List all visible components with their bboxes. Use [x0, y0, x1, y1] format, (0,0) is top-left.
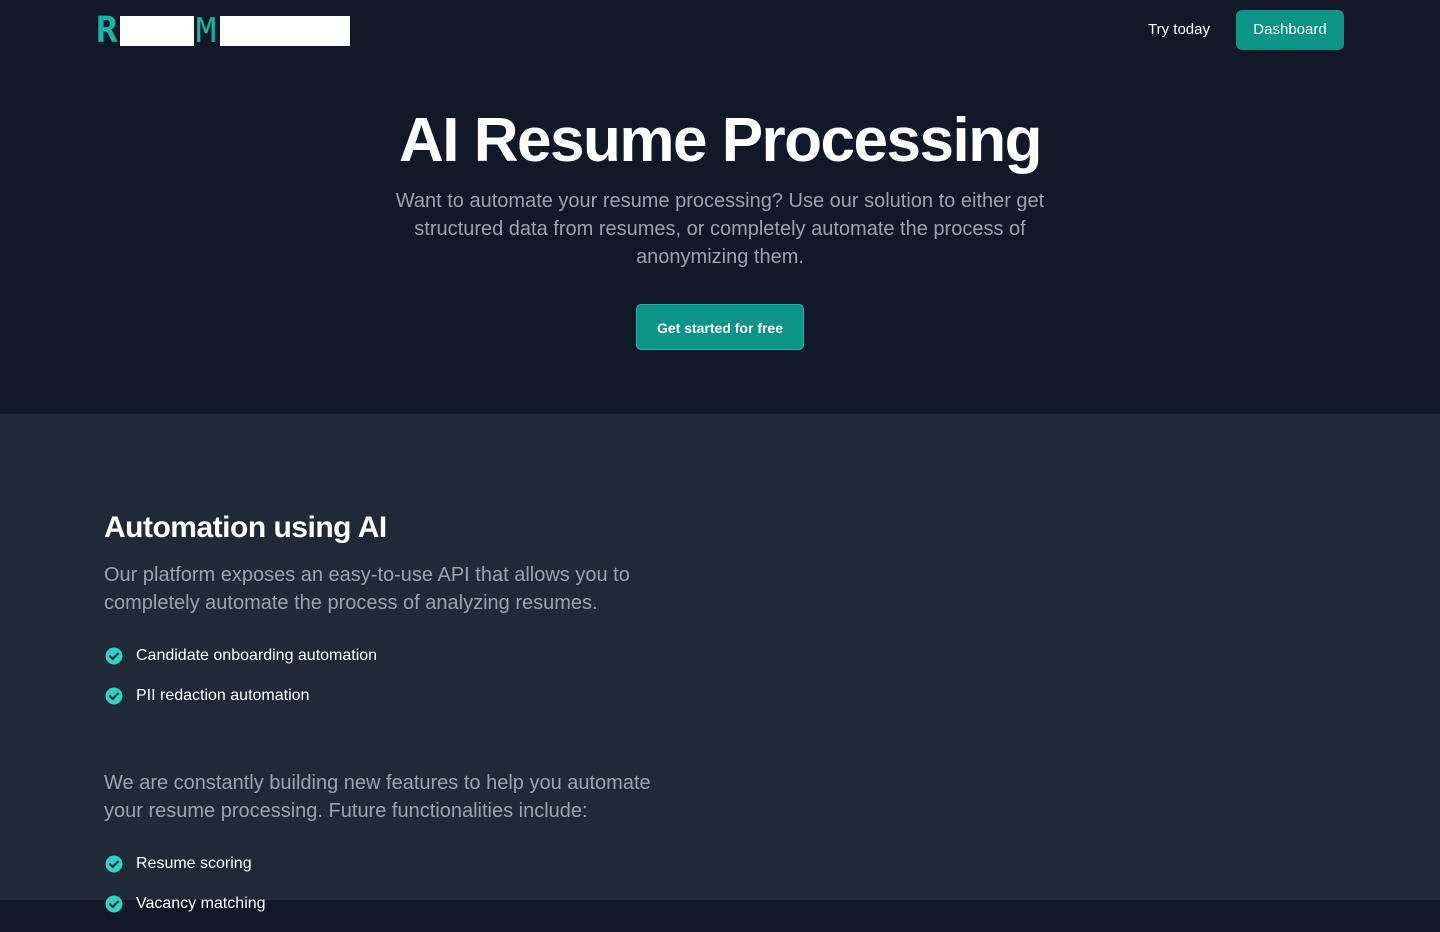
list-item-label: Resume scoring — [136, 855, 252, 872]
features-intro: Our platform exposes an easy-to-use API … — [104, 564, 630, 614]
list-item-label: Candidate onboarding automation — [136, 647, 378, 664]
top-nav: R M Try today Dashboard — [0, 0, 1440, 60]
list-item: Candidate onboarding automation — [104, 644, 377, 668]
features-title: Automation using AI — [104, 511, 387, 544]
check-circle-icon — [105, 687, 123, 705]
dashboard-button[interactable]: Dashboard — [1236, 10, 1344, 50]
logo-redaction-block — [220, 16, 351, 46]
list-item: Resume scoring — [104, 852, 266, 876]
logo[interactable]: R M — [96, 10, 351, 51]
check-circle-icon — [105, 895, 123, 913]
get-started-button[interactable]: Get started for free — [636, 304, 804, 350]
list-item-label: PII redaction automation — [136, 687, 310, 704]
current-features-list: Candidate onboarding automation PII reda… — [104, 644, 377, 724]
list-item: PII redaction automation — [104, 684, 377, 708]
try-today-link[interactable]: Try today — [1140, 20, 1218, 40]
logo-redaction-block — [119, 16, 194, 46]
hero-subtitle: Want to automate your resume processing?… — [395, 190, 1045, 268]
logo-letter-r: R — [96, 10, 118, 51]
check-circle-icon — [105, 855, 123, 873]
check-circle-icon — [105, 647, 123, 665]
logo-letter-m: M — [195, 11, 217, 51]
list-item: Vacancy matching — [104, 892, 266, 916]
hero-section: R M Try today Dashboard AI Resume Proces… — [0, 0, 1440, 414]
list-item-label: Vacancy matching — [136, 895, 266, 912]
features-section: Automation using AI Our platform exposes… — [0, 414, 1440, 913]
future-features-intro: We are constantly building new features … — [104, 772, 651, 822]
future-features-list: Resume scoring Vacancy matching — [104, 852, 266, 932]
hero-title: AI Resume Processing — [399, 106, 1042, 175]
